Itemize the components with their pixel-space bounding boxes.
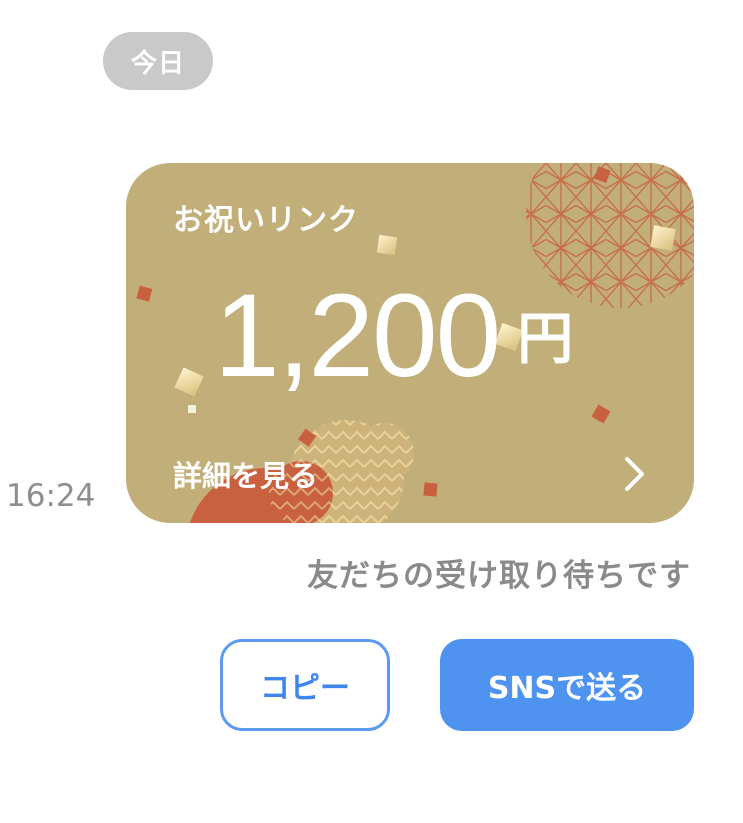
view-details-link[interactable]: 詳細を見る [173, 453, 318, 495]
send-sns-button[interactable]: SNSで送る [440, 639, 694, 731]
message-timestamp: 16:24 [6, 478, 96, 514]
date-separator-pill: 今日 [103, 32, 213, 90]
gift-amount: 1,200 円 [214, 268, 573, 404]
currency-unit: 円 [517, 307, 574, 372]
card-title: お祝いリンク [173, 203, 359, 238]
gift-link-card[interactable]: お祝いリンク 1,200 円 詳細を見る [126, 163, 694, 523]
status-message: 友だちの受け取り待ちです [307, 558, 691, 594]
copy-button[interactable]: コピー [220, 639, 390, 731]
copy-button-label: コピー [260, 671, 350, 706]
amount-value: 1,200 [214, 270, 501, 402]
date-label: 今日 [130, 48, 185, 79]
chevron-right-icon[interactable] [622, 455, 648, 493]
send-sns-button-label: SNSで送る [487, 671, 647, 706]
